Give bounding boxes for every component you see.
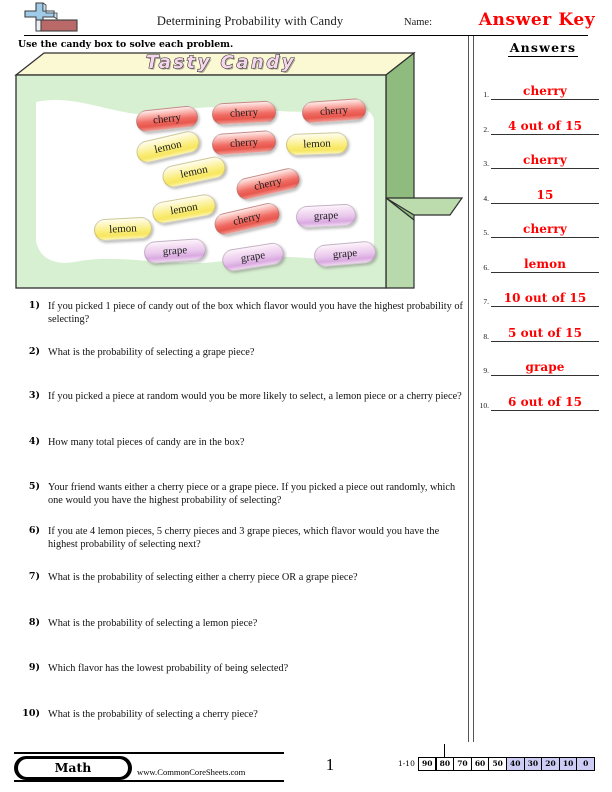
- answer-value: grape: [525, 360, 565, 374]
- answer-number: 1.: [483, 90, 489, 99]
- question-text: How many total pieces of candy are in th…: [48, 437, 245, 448]
- question-number: 1): [28, 300, 40, 311]
- answer-value: 10 out of 15: [503, 291, 587, 305]
- answer-row: 9. grape: [474, 342, 602, 376]
- worksheet-title: Determining Probability with Candy: [156, 14, 344, 28]
- header-divider-rule: [24, 35, 588, 36]
- question-number: 4): [28, 436, 40, 447]
- candy-box-illustration: Tasty Candy cherry cherry cherry lemon cherr…: [14, 50, 464, 295]
- question-text: If you ate 4 lemon pieces, 5 cherry piec…: [48, 526, 440, 551]
- subject-badge-label: Math: [18, 759, 128, 777]
- answer-row: 7. 10 out of 15: [474, 273, 602, 307]
- answer-row: 10. 6 out of 15: [474, 377, 602, 411]
- candy-piece-grape: grape: [295, 203, 357, 229]
- answer-value: 4 out of 15: [507, 118, 583, 133]
- grading-scale-cell: 70: [453, 757, 472, 771]
- answer-value: 15: [536, 187, 554, 202]
- answer-value: 5 out of 15: [507, 325, 583, 340]
- answer-number: 2.: [483, 124, 489, 134]
- answer-row: 3. cherry: [474, 135, 602, 169]
- answer-number: 6.: [483, 262, 489, 272]
- blue-plus-math-icon: [24, 2, 80, 34]
- grading-scale-cell: 20: [541, 757, 560, 771]
- question-text: If you picked 1 piece of candy out of th…: [48, 301, 463, 326]
- candy-piece-cherry: cherry: [211, 100, 277, 126]
- answer-row: 6. lemon: [474, 239, 602, 273]
- instruction-text: Use the candy box to solve each problem.: [18, 39, 234, 50]
- answer-value: cherry: [523, 222, 567, 236]
- answer-number: 7.: [483, 297, 489, 306]
- question-text: What is the probability of selecting eit…: [48, 572, 358, 583]
- grading-scale-label: 1-10: [398, 759, 415, 768]
- grading-scale-cell: 10: [558, 757, 578, 771]
- grading-scale-cell: 90: [417, 757, 437, 771]
- answer-row: 2. 4 out of 15: [474, 101, 602, 135]
- subject-badge: Math: [14, 756, 132, 780]
- grading-scale-cell: 30: [523, 757, 543, 771]
- grading-scale-cells: 90 80 70 60 50 40 30 20 10 0: [417, 757, 595, 771]
- answer-number: 5.: [483, 228, 489, 237]
- scale-pointer-tick: [444, 744, 445, 757]
- worksheet-page: Determining Probability with Candy Name:…: [0, 0, 612, 792]
- candy-piece-cherry: cherry: [211, 129, 277, 157]
- answer-number: 3.: [483, 159, 489, 168]
- name-label: Name:: [404, 17, 432, 28]
- grading-scale-cell: 80: [435, 757, 455, 771]
- page-header: Determining Probability with Candy Name:…: [0, 0, 612, 36]
- candy-piece-grape: grape: [143, 237, 207, 265]
- question-number: 10): [22, 708, 40, 719]
- question-number: 7): [28, 571, 40, 582]
- answer-row: 4. 15: [474, 170, 602, 204]
- question-number: 2): [28, 346, 40, 357]
- question-text: What is the probability of selecting a g…: [48, 347, 255, 358]
- answer-value: lemon: [523, 256, 567, 271]
- answer-row: 8. 5 out of 15: [474, 308, 602, 342]
- answer-number: 8.: [483, 331, 489, 341]
- grading-scale: 1-10 90 80 70 60 50 40 30 20 10 0: [398, 757, 595, 771]
- answer-number: 4.: [483, 193, 489, 203]
- question-text: What is the probability of selecting a l…: [48, 618, 258, 629]
- question-text: If you picked a piece at random would yo…: [48, 391, 462, 402]
- answer-value: 6 out of 15: [507, 394, 583, 409]
- answer-value: cherry: [523, 153, 567, 167]
- grading-scale-cell: 40: [506, 757, 525, 771]
- candy-piece-lemon: lemon: [93, 216, 153, 242]
- question-text: Which flavor has the lowest probability …: [48, 663, 289, 674]
- answers-heading-text: Answers: [507, 40, 579, 57]
- candy-piece-lemon: lemon: [285, 131, 349, 157]
- answer-value: cherry: [523, 84, 567, 98]
- answer-row: 5. cherry: [474, 204, 602, 238]
- question-number: 6): [28, 525, 40, 536]
- question-number: 3): [28, 390, 40, 401]
- grading-scale-cell: 50: [488, 757, 507, 771]
- answers-heading: Answers: [478, 40, 608, 57]
- candy-brand-title: Tasty Candy: [145, 51, 296, 73]
- question-text: What is the probability of selecting a c…: [48, 709, 258, 720]
- answer-number: 9.: [483, 366, 489, 375]
- question-number: 9): [28, 662, 40, 673]
- candy-piece-cherry: cherry: [301, 97, 367, 125]
- question-number: 8): [28, 617, 40, 628]
- grading-scale-cell: 60: [470, 757, 490, 771]
- answer-row: 1. cherry: [474, 66, 602, 100]
- question-number: 5): [28, 481, 40, 492]
- answer-number: 10.: [479, 400, 489, 410]
- footer-bottom-rule: [14, 780, 284, 782]
- answer-blank-line[interactable]: [491, 409, 599, 411]
- question-text: Your friend wants either a cherry piece …: [48, 482, 456, 507]
- answer-key-label: Answer Key: [478, 10, 596, 30]
- website-url: www.CommonCoreSheets.com: [137, 767, 246, 777]
- footer-top-rule: [14, 752, 284, 754]
- grading-scale-cell: 0: [576, 757, 595, 771]
- page-number: 1: [325, 755, 335, 774]
